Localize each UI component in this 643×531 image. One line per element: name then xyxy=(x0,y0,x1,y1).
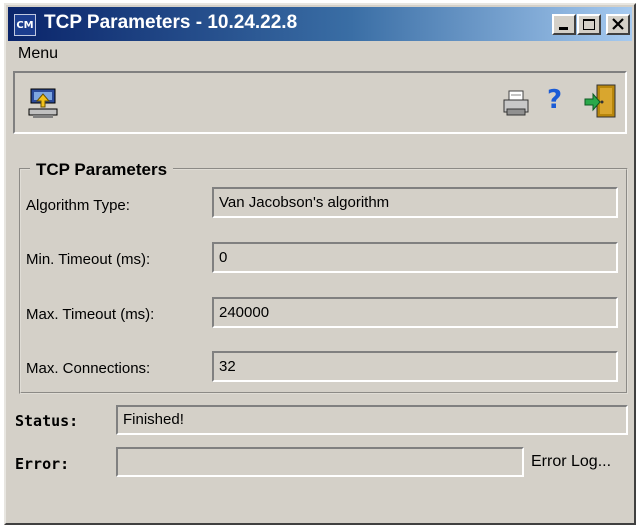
maximize-icon xyxy=(583,19,595,30)
exit-door-icon xyxy=(584,84,616,118)
menu-bar: Menu xyxy=(12,45,64,67)
minimize-icon xyxy=(559,27,568,30)
max-timeout-label: Max. Timeout (ms): xyxy=(26,306,155,323)
close-icon xyxy=(612,18,624,30)
upload-button[interactable] xyxy=(27,87,61,126)
print-button[interactable] xyxy=(501,89,531,124)
status-field: Finished! xyxy=(116,405,628,435)
close-button[interactable] xyxy=(606,14,630,35)
toolbar: ? xyxy=(13,71,627,134)
max-connections-field[interactable]: 32 xyxy=(212,351,618,382)
max-connections-label: Max. Connections: xyxy=(26,360,151,377)
error-field xyxy=(116,447,524,477)
printer-icon xyxy=(503,90,529,116)
window-title: TCP Parameters - 10.24.22.8 xyxy=(44,12,298,33)
error-log-link[interactable]: Error Log... xyxy=(531,453,611,471)
exit-button[interactable] xyxy=(583,83,619,126)
minimize-button[interactable] xyxy=(552,14,576,35)
upload-to-device-icon xyxy=(28,88,58,118)
min-timeout-field[interactable]: 0 xyxy=(212,242,618,273)
algorithm-type-field[interactable]: Van Jacobson's algorithm xyxy=(212,187,618,218)
help-button[interactable]: ? xyxy=(547,85,562,115)
error-label: Error: xyxy=(15,455,70,473)
tcp-parameters-window: CM TCP Parameters - 10.24.22.8 Menu ? TC… xyxy=(4,3,636,525)
title-bar[interactable]: CM TCP Parameters - 10.24.22.8 xyxy=(8,7,632,41)
status-label: Status: xyxy=(15,412,79,430)
min-timeout-label: Min. Timeout (ms): xyxy=(26,251,151,268)
algorithm-type-label: Algorithm Type: xyxy=(26,197,130,214)
help-icon: ? xyxy=(547,85,563,115)
max-timeout-field[interactable]: 240000 xyxy=(212,297,618,328)
app-icon: CM xyxy=(14,14,36,36)
menu-item-menu[interactable]: Menu xyxy=(12,45,64,62)
group-title: TCP Parameters xyxy=(30,160,174,180)
maximize-button[interactable] xyxy=(577,14,601,35)
